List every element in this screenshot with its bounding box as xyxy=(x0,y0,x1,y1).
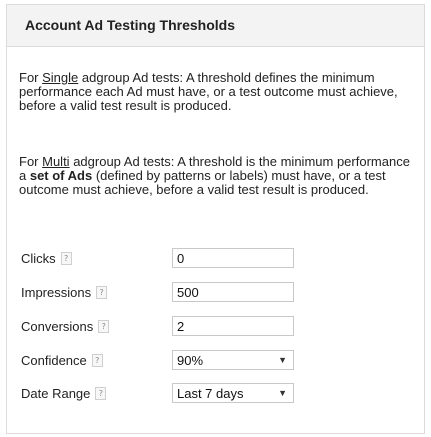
date-range-value: Last 7 days xyxy=(177,386,244,401)
single-description: For Single adgroup Ad tests: A threshold… xyxy=(19,71,415,113)
date-range-select[interactable]: Last 7 days ▼ xyxy=(172,383,294,403)
conversions-label: Conversions? xyxy=(21,319,110,334)
impressions-label: Impressions? xyxy=(21,285,108,300)
date-range-label: Date Range? xyxy=(21,386,107,401)
multi-prefix: For xyxy=(19,154,43,169)
date-range-label-text: Date Range xyxy=(21,386,91,401)
clicks-input[interactable] xyxy=(172,248,294,268)
conversions-input[interactable] xyxy=(172,316,294,336)
confidence-select[interactable]: 90% ▼ xyxy=(172,350,294,370)
clicks-label-text: Clicks xyxy=(21,251,56,266)
confidence-value: 90% xyxy=(177,353,204,368)
panel-header: Account Ad Testing Thresholds xyxy=(7,5,424,47)
chevron-down-icon: ▼ xyxy=(278,388,287,398)
panel-title: Account Ad Testing Thresholds xyxy=(25,17,236,33)
impressions-row: Impressions? xyxy=(19,282,414,304)
conversions-row: Conversions? xyxy=(19,316,414,338)
confidence-label-text: Confidence xyxy=(21,353,87,368)
impressions-label-text: Impressions xyxy=(21,285,92,300)
help-icon[interactable]: ? xyxy=(60,252,72,265)
single-link[interactable]: Single xyxy=(42,70,78,85)
multi-link[interactable]: Multi xyxy=(42,154,69,169)
chevron-down-icon: ▼ xyxy=(278,355,287,365)
multi-description: For Multi adgroup Ad tests: A threshold … xyxy=(19,155,415,197)
single-prefix: For xyxy=(19,70,43,85)
conversions-label-text: Conversions xyxy=(21,319,94,334)
multi-bold-text: set of Ads xyxy=(29,168,93,183)
thresholds-panel: Account Ad Testing Thresholds For Single… xyxy=(6,4,425,434)
date-range-row: Date Range? Last 7 days ▼ xyxy=(19,383,414,405)
help-icon[interactable]: ? xyxy=(95,387,107,400)
help-icon[interactable]: ? xyxy=(96,286,108,299)
confidence-label: Confidence? xyxy=(21,353,103,368)
clicks-label: Clicks? xyxy=(21,251,72,266)
help-icon[interactable]: ? xyxy=(98,320,110,333)
confidence-row: Confidence? 90% ▼ xyxy=(19,350,414,372)
impressions-input[interactable] xyxy=(172,282,294,302)
help-icon[interactable]: ? xyxy=(91,354,103,367)
clicks-row: Clicks? xyxy=(19,248,414,270)
